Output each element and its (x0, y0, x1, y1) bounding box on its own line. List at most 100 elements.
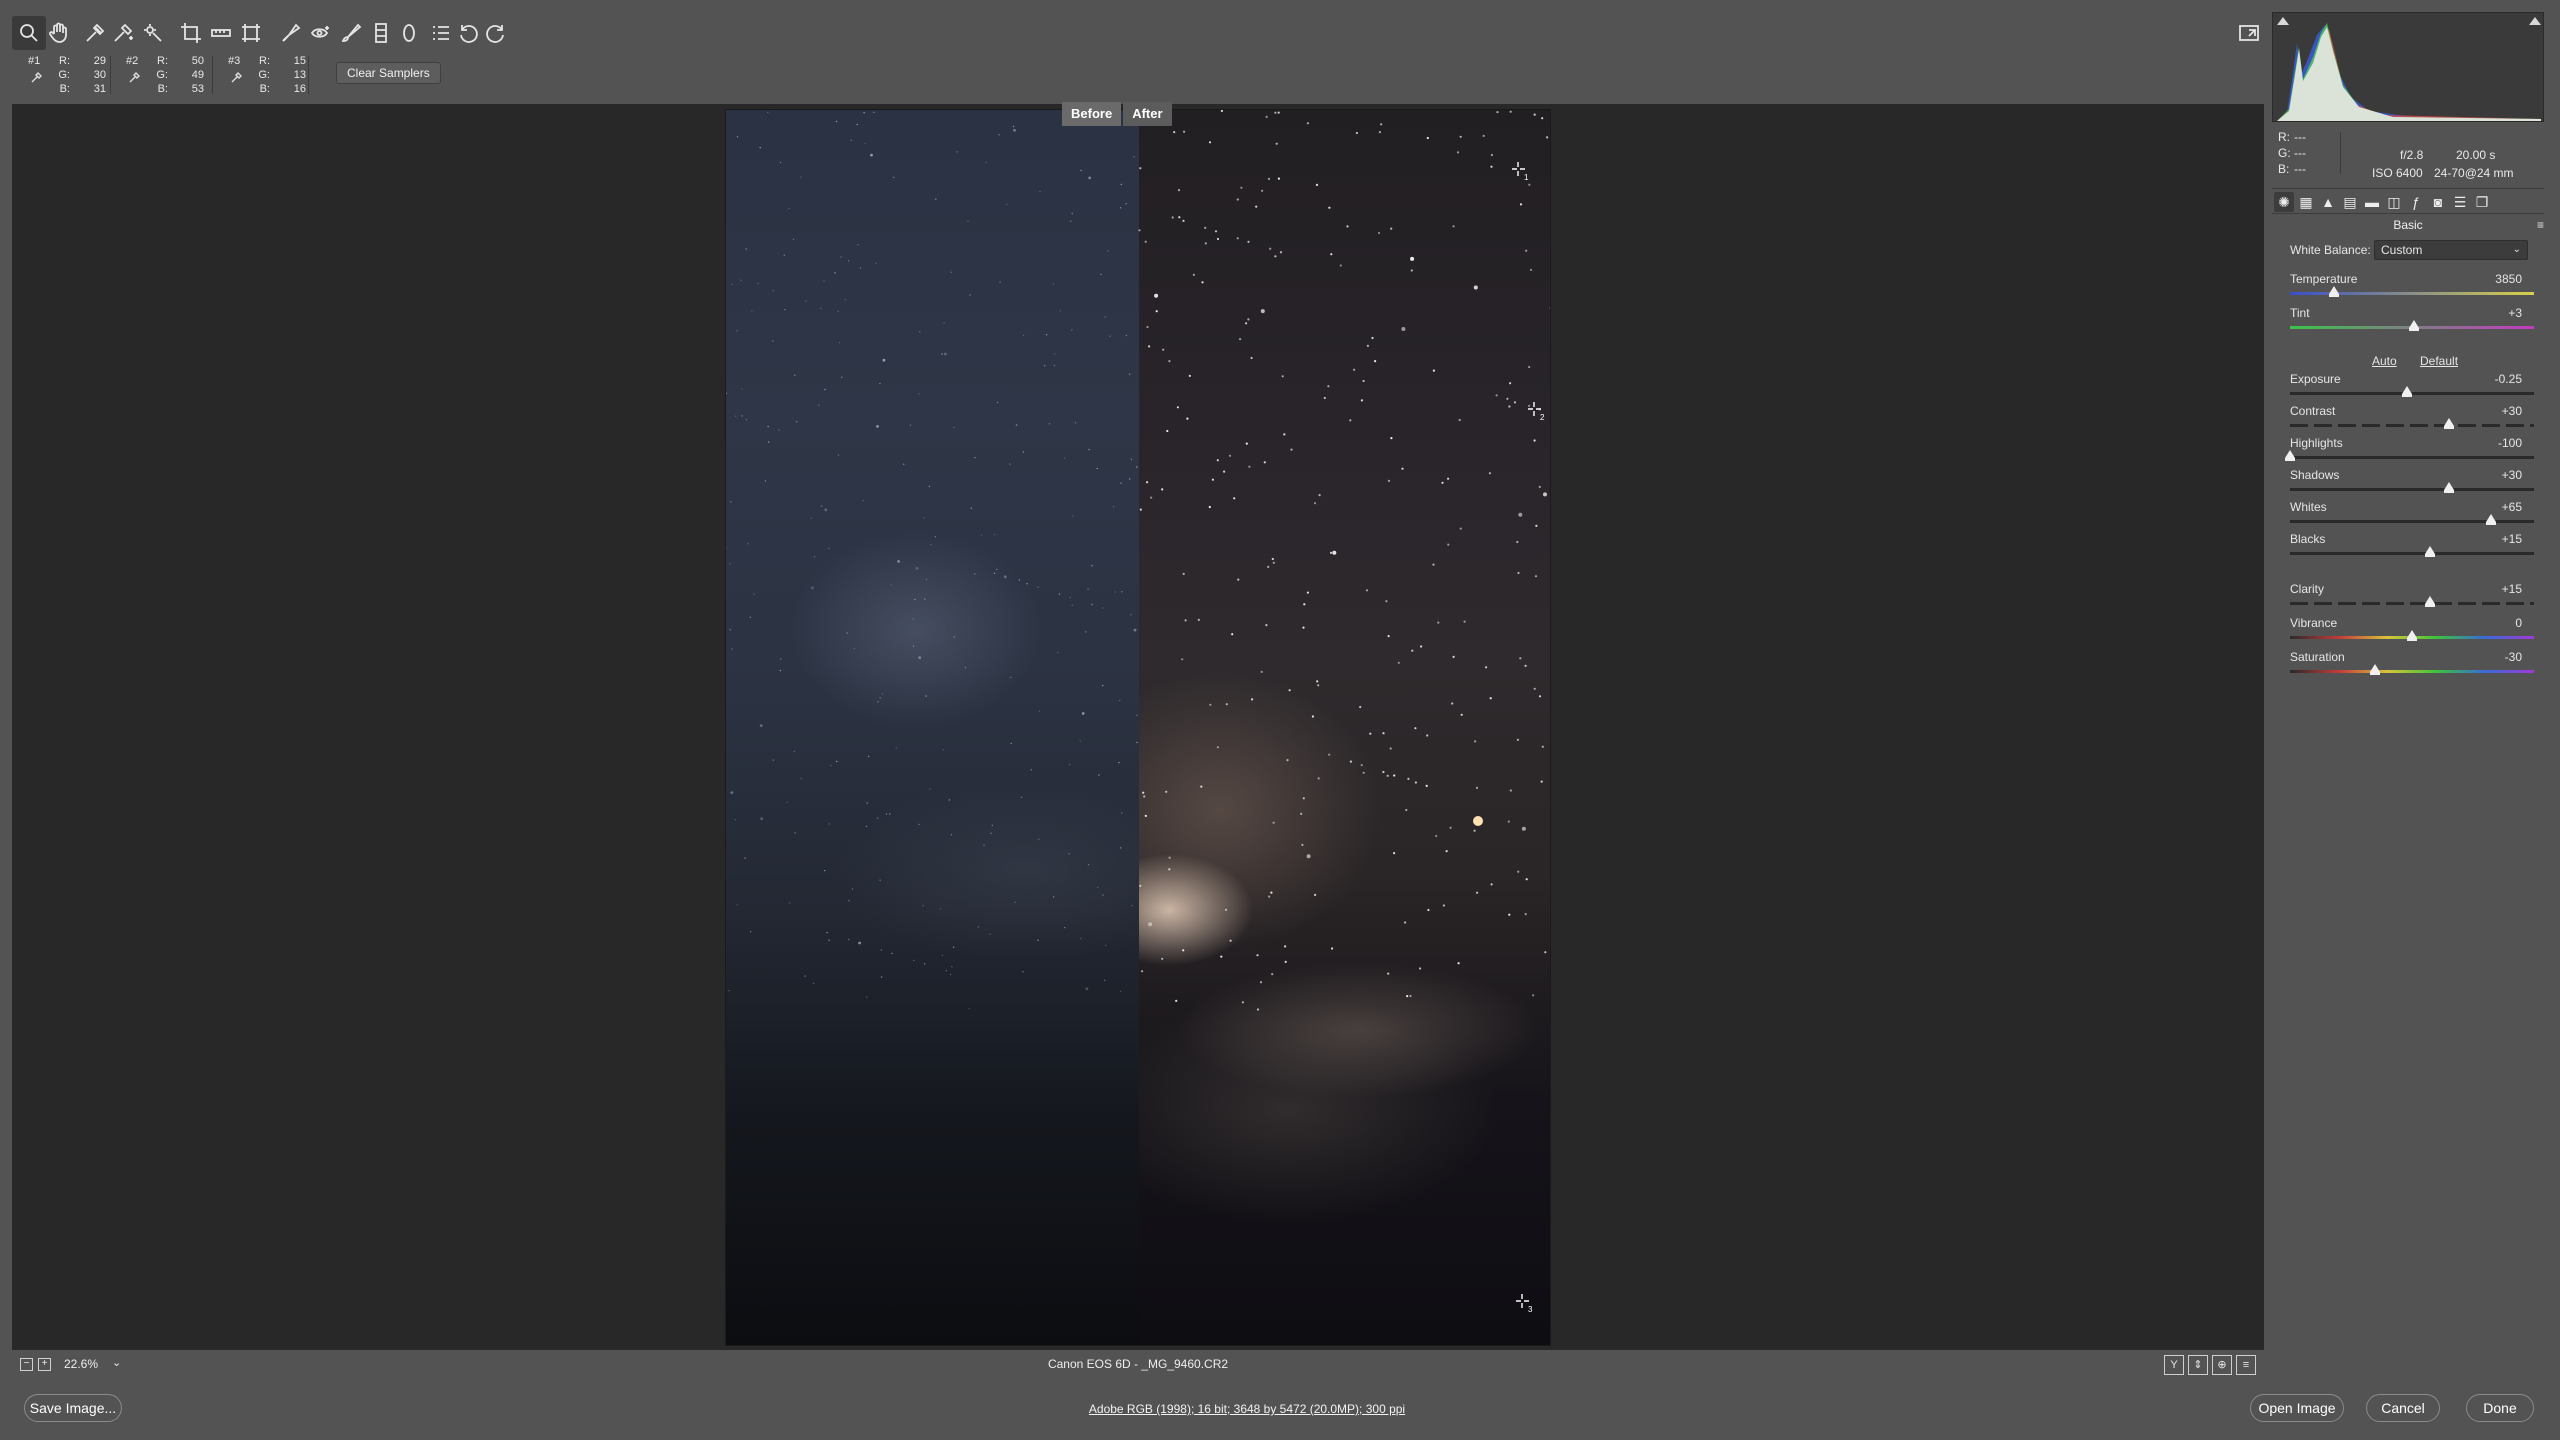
sampler-marker-1[interactable]: 1 (1510, 160, 1532, 182)
slider-highlights[interactable]: Highlights -100 (2285, 436, 2534, 466)
slider-thumb[interactable] (2409, 320, 2420, 331)
effects-tab-icon[interactable]: ƒ (2406, 192, 2426, 212)
cancel-button[interactable]: Cancel (2366, 1394, 2440, 1422)
white-balance-select[interactable]: Custom ⌄ (2374, 240, 2528, 260)
adjustment-brush-tool-icon[interactable] (334, 16, 368, 50)
slider-value[interactable]: +3 (2508, 306, 2522, 320)
star (1267, 565, 1270, 568)
auto-link[interactable]: Auto (2372, 354, 2397, 368)
image-preview-area[interactable]: 1 2 3 (12, 104, 2264, 1350)
slider-track[interactable] (2290, 552, 2534, 555)
slider-thumb[interactable] (2328, 286, 2339, 297)
color-sampler-3[interactable]: #3 R: 15 G: 13 B: 16 (228, 54, 308, 98)
b-value: 53 (191, 83, 204, 95)
slider-thumb[interactable] (2425, 546, 2436, 557)
rotate-cw-icon[interactable] (478, 16, 512, 50)
hand-tool-icon[interactable] (42, 16, 76, 50)
fullscreen-toggle-icon[interactable] (2232, 16, 2266, 50)
slider-thumb[interactable] (2402, 386, 2413, 397)
spot-removal-tool-icon[interactable] (274, 16, 308, 50)
slider-track[interactable] (2290, 456, 2534, 459)
star (811, 586, 814, 590)
detail-tab-icon[interactable]: ▲ (2318, 192, 2338, 212)
color-sampler-tool-icon[interactable] (106, 16, 140, 50)
slider-whites[interactable]: Whites +65 (2290, 500, 2534, 530)
star (824, 508, 828, 512)
slider-track[interactable] (2290, 292, 2534, 295)
targeted-adjustment-tool-icon[interactable] (136, 16, 170, 50)
copy-settings-button[interactable]: ⊕ (2212, 1355, 2232, 1375)
toggle-settings-button[interactable]: ≡ (2236, 1355, 2256, 1375)
color-sampler-1[interactable]: #1 R: 29 G: 30 B: 31 (28, 54, 108, 98)
slider-value[interactable]: -0.25 (2495, 372, 2522, 386)
zoom-tool-icon[interactable] (12, 16, 46, 50)
slider-value[interactable]: 0 (2515, 616, 2522, 630)
slider-thumb[interactable] (2443, 418, 2454, 429)
radial-filter-tool-icon[interactable] (392, 16, 426, 50)
slider-saturation[interactable]: Saturation -30 (2290, 650, 2534, 680)
transform-tool-icon[interactable] (234, 16, 268, 50)
star (830, 764, 832, 767)
snapshots-tab-icon[interactable]: ❐ (2472, 192, 2492, 212)
slider-tint[interactable]: Tint +3 (2290, 306, 2534, 336)
slider-track[interactable] (2290, 670, 2534, 673)
slider-value[interactable]: +30 (2502, 404, 2522, 418)
slider-value[interactable]: -100 (2498, 436, 2522, 450)
slider-blacks[interactable]: Blacks +15 (2290, 532, 2534, 562)
split-toning-tab-icon[interactable]: ▬ (2362, 192, 2382, 212)
star (923, 963, 926, 965)
slider-thumb[interactable] (2486, 514, 2497, 525)
slider-contrast[interactable]: Contrast +30 (2290, 404, 2534, 434)
straighten-tool-icon[interactable] (204, 16, 238, 50)
done-button[interactable]: Done (2466, 1394, 2534, 1422)
sampler-marker-3[interactable]: 3 (1514, 1292, 1536, 1314)
after-label: After (1123, 102, 1172, 126)
slider-exposure[interactable]: Exposure -0.25 (2290, 372, 2534, 402)
presets-tab-icon[interactable]: ☰ (2450, 192, 2470, 212)
hsl-tab-icon[interactable]: ▤ (2340, 192, 2360, 212)
star (1259, 981, 1263, 984)
swap-settings-button[interactable]: ⇕ (2188, 1355, 2208, 1375)
default-link[interactable]: Default (2420, 354, 2458, 368)
slider-value[interactable]: +30 (2502, 468, 2522, 482)
star (823, 869, 826, 872)
slider-value[interactable]: 3850 (2495, 272, 2522, 286)
camera-calibration-tab-icon[interactable]: ◙ (2428, 192, 2448, 212)
slider-track[interactable] (2290, 520, 2534, 523)
lens-corrections-tab-icon[interactable]: ◫ (2384, 192, 2404, 212)
slider-track[interactable] (2290, 488, 2534, 491)
slider-thumb[interactable] (2443, 482, 2454, 493)
slider-value[interactable]: +15 (2502, 532, 2522, 546)
slider-clarity[interactable]: Clarity +15 (2290, 582, 2534, 612)
red-eye-tool-icon[interactable] (304, 16, 338, 50)
photo-preview[interactable]: 1 2 3 (725, 109, 1551, 1346)
slider-thumb[interactable] (2370, 664, 2381, 675)
slider-shadows[interactable]: Shadows +30 (2290, 468, 2534, 498)
clear-samplers-button[interactable]: Clear Samplers (336, 62, 441, 84)
star (1154, 293, 1159, 298)
sampler-marker-2[interactable]: 2 (1526, 400, 1548, 422)
star (835, 120, 838, 123)
slider-track[interactable] (2290, 602, 2534, 605)
star (818, 404, 820, 406)
panel-menu-icon[interactable]: ≡ (2537, 218, 2544, 232)
slider-temperature[interactable]: Temperature 3850 (2290, 272, 2534, 302)
before-after-view-button[interactable]: Y (2164, 1355, 2184, 1375)
workflow-options-link[interactable]: Adobe RGB (1998); 16 bit; 3648 by 5472 (… (0, 1402, 2494, 1416)
tone-curve-tab-icon[interactable]: ▦ (2296, 192, 2316, 212)
crop-tool-icon[interactable] (174, 16, 208, 50)
slider-value[interactable]: -30 (2505, 650, 2522, 664)
slider-value[interactable]: +15 (2502, 582, 2522, 596)
color-sampler-2[interactable]: #2 R: 50 G: 49 B: 53 (126, 54, 206, 98)
slider-thumb[interactable] (2407, 630, 2417, 641)
slider-thumb[interactable] (2425, 596, 2436, 607)
slider-value[interactable]: +65 (2502, 500, 2522, 514)
star (1022, 971, 1024, 973)
star (751, 310, 753, 312)
slider-vibrance[interactable]: Vibrance 0 (2290, 616, 2534, 646)
basic-tab-icon[interactable]: ✺ (2274, 192, 2294, 212)
slider-thumb[interactable] (2285, 450, 2295, 461)
star (876, 817, 879, 819)
open-image-button[interactable]: Open Image (2250, 1394, 2344, 1422)
slider-track[interactable] (2290, 424, 2534, 427)
